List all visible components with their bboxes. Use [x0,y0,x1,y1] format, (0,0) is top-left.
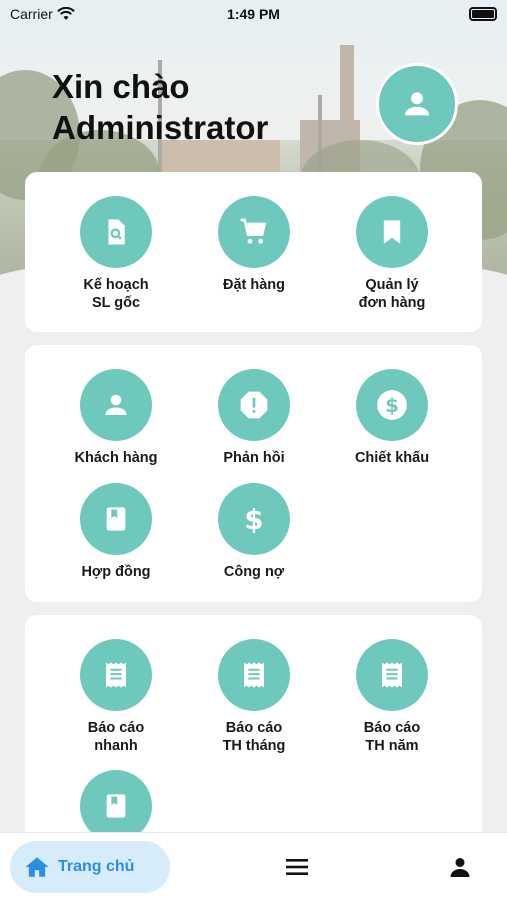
home-icon [25,857,49,877]
greeting-title: Xin chào Administrator [52,66,268,148]
tab-home[interactable]: Trang chủ [10,841,170,893]
customer-section-card: Khách hàng Phản hồi $ Chiết khấu Hợp đồn… [25,345,482,602]
bookmark-icon [383,220,401,244]
person-icon [404,92,430,116]
tab-profile[interactable] [444,851,476,883]
person-icon [105,394,127,415]
menu-item-bao-cao-th-thang[interactable]: Báo cáo TH tháng [184,639,324,755]
report-section-card: Báo cáo nhanh Báo cáo TH tháng Báo cáo T… [25,615,482,845]
greeting-text: Xin chào [52,68,190,105]
tab-home-label: Trang chủ [58,858,135,875]
status-bar: Carrier 1:49 PM [0,0,507,28]
battery-icon [469,7,497,21]
menu-item-chiet-khau[interactable]: $ Chiết khấu [322,369,462,467]
menu-item-cong-no[interactable]: $ Công nợ [184,483,324,581]
book-icon [106,794,126,818]
dollar-circle-icon: $ [377,390,407,420]
tab-menu[interactable] [280,853,314,881]
receipt-icon [382,662,402,688]
dollar-icon: $ [244,504,263,534]
menu-item-bao-cao-nhanh[interactable]: Báo cáo nhanh [46,639,186,755]
cart-icon [240,218,267,244]
svg-text:$: $ [244,504,263,534]
hamburger-menu-icon [286,859,308,875]
profile-avatar-button[interactable] [376,63,458,145]
receipt-icon [244,662,264,688]
bottom-tab-bar: Trang chủ [0,832,507,900]
user-name: Administrator [52,109,269,146]
file-search-icon [108,219,125,245]
alert-icon [240,391,268,419]
planning-section-card: Kế hoạch SL gốc Đặt hàng Quản lý đơn hàn… [25,172,482,332]
menu-item-dat-hang[interactable]: Đặt hàng [184,196,324,294]
book-icon [106,507,126,531]
svg-text:$: $ [385,394,399,417]
person-icon [450,858,470,877]
menu-item-bao-cao-th-nam[interactable]: Báo cáo TH năm [322,639,462,755]
menu-item-hop-dong[interactable]: Hợp đồng [46,483,186,581]
clock: 1:49 PM [227,6,280,22]
menu-item-ke-hoach[interactable]: Kế hoạch SL gốc [46,196,186,312]
menu-item-khach-hang[interactable]: Khách hàng [46,369,186,467]
menu-item-quan-ly-don-hang[interactable]: Quản lý đơn hàng [322,196,462,312]
menu-item-phan-hoi[interactable]: Phản hồi [184,369,324,467]
receipt-icon [106,662,126,688]
